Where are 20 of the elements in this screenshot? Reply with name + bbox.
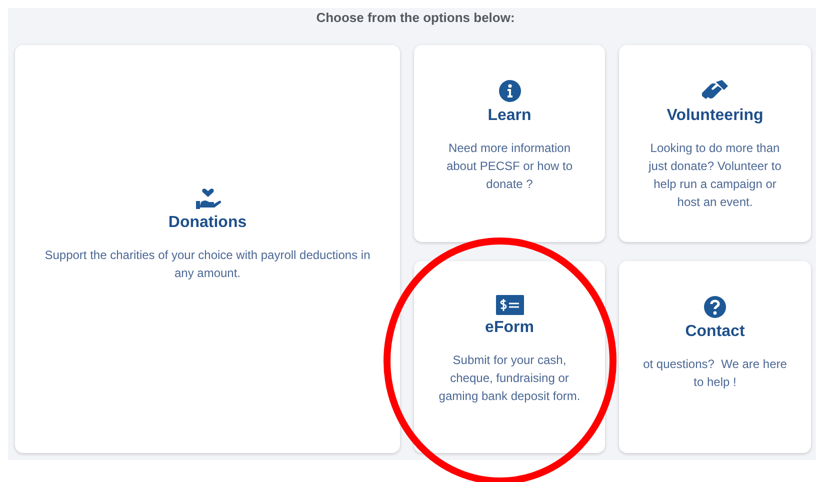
card-description: ot questions? We are here to help ! xyxy=(642,356,788,391)
option-card[interactable]: Learn Need more information about PECSF or how to donate ? xyxy=(414,45,605,242)
card-title: Learn xyxy=(488,107,532,125)
hand-heart-icon xyxy=(194,186,220,210)
help-icon xyxy=(703,295,727,319)
option-card[interactable]: Volunteering Looking to do more than just donate? Volunteer to help run a campaign or host an event. xyxy=(619,45,811,242)
info-icon xyxy=(498,79,522,103)
card-title: eForm xyxy=(485,319,534,337)
card-title: Contact xyxy=(685,323,745,341)
card-description: Support the charities of your choice with payroll deductions in any amount. xyxy=(44,247,372,282)
card-description: Need more information about PECSF or how to donate ? xyxy=(445,140,574,193)
bill-icon xyxy=(496,295,524,315)
option-card[interactable]: Contact ot questions? We are here to help ! xyxy=(619,261,811,453)
card-title: Donations xyxy=(168,214,247,232)
card-title: Volunteering xyxy=(666,107,764,125)
option-card[interactable]: eForm Submit for your cash, cheque, fundraising or gaming bank deposit form. xyxy=(414,261,605,453)
card-description: Looking to do more than just donate? Volunteer to help run a campaign or host an event. xyxy=(647,140,782,211)
section-heading: Choose from the options below: xyxy=(315,9,516,27)
card-description: Submit for your cash, cheque, fundraising or gaming bank deposit form. xyxy=(438,352,582,405)
option-card[interactable]: Donations Support the charities of your choice with payroll deductions in any amount. xyxy=(15,45,400,453)
